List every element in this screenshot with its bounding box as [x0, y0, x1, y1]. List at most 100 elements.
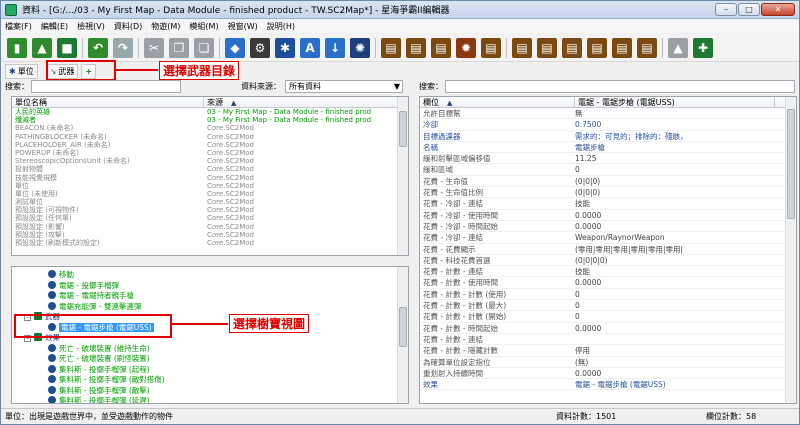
module-9-button[interactable]: ▤ [587, 37, 607, 58]
table-row[interactable]: 投射物體 Core.SC2Mod [12, 165, 408, 173]
module-7-button[interactable]: ▤ [537, 37, 557, 58]
module-8-button[interactable]: ▤ [562, 37, 582, 58]
menu-item[interactable]: 視窗(W) [228, 21, 258, 32]
field-row[interactable]: 花費 - 冷卻 - 時間起始 0.0000 [420, 221, 796, 233]
tree-scroll-thumb[interactable] [399, 307, 407, 347]
module-1-button[interactable]: ▤ [381, 37, 401, 58]
field-row[interactable]: 冷卻 0.7500 [420, 119, 796, 131]
maximize-button[interactable]: □ [738, 3, 760, 16]
field-row[interactable]: 花費 - 計數 - 使用時間 0.0000 [420, 277, 796, 289]
redo-button[interactable]: ↷ [113, 37, 133, 58]
copy-button[interactable]: ❐ [169, 37, 189, 58]
field-row[interactable]: 花費 - 計數 - 時間起始 0.0000 [420, 323, 796, 334]
scroll-thumb[interactable] [399, 111, 407, 147]
field-value-cell[interactable]: 技能 [572, 266, 770, 276]
field-row[interactable]: 花費 - 計數 - 隱藏計數 停用 [420, 345, 796, 357]
column-source[interactable]: 來源 ▲ [204, 97, 399, 107]
field-value-cell[interactable]: 11.25 [572, 153, 770, 163]
tree-node[interactable]: 集料斯 - 投擲手榴彈 (敵對搭傷) [12, 375, 408, 386]
field-row[interactable]: 花費 - 冷卻 - 連結 Weapon/RaynorWeapon [420, 232, 796, 244]
field-value-cell[interactable]: 0.0000 [572, 323, 770, 333]
import-button[interactable]: ↓ [325, 37, 345, 58]
table-row[interactable]: StereoscopicOptionsUnit (未命名) Core.SC2Mod [12, 157, 408, 165]
menu-item[interactable]: 物遊(M) [151, 21, 180, 32]
table-row[interactable]: 單位 Core.SC2Mod [12, 182, 408, 190]
field-value-cell[interactable]: (0|0|0) [572, 187, 770, 197]
field-value-cell[interactable]: 停用 [572, 345, 770, 355]
menu-item[interactable]: 檢視(V) [77, 21, 105, 32]
field-row[interactable]: 花費 - 生命值 (0|0|0) [420, 176, 796, 188]
field-value-cell[interactable]: 電鋸 - 電鋸步槍 (電鋸USS) [572, 379, 770, 389]
field-value-cell[interactable]: 0.0000 [572, 210, 770, 220]
field-value-cell[interactable]: 0.0000 [572, 277, 770, 287]
field-value-cell[interactable]: 0.7500 [572, 119, 770, 129]
field-row[interactable]: 花費 - 生命值比例 (0|0|0) [420, 187, 796, 199]
field-value-cell[interactable]: 無 [572, 108, 770, 118]
text-button[interactable]: A [300, 37, 320, 58]
field-grid-scrollbar[interactable] [785, 97, 796, 403]
module-5-button[interactable]: ▤ [481, 37, 501, 58]
table-row[interactable]: BEACON (未命名) Core.SC2Mod [12, 124, 408, 132]
field-row[interactable]: 花費 - 計數 - 連結 [420, 334, 796, 346]
menu-item[interactable]: 檔案(F) [5, 21, 32, 32]
field-value-cell[interactable]: 需求的：可見的；排除的：殘骸， [572, 131, 770, 141]
field-value-cell[interactable] [572, 334, 770, 344]
module-4-button[interactable]: ✹ [456, 37, 476, 58]
field-row[interactable]: 花費 - 計數 - 連結 技能 [420, 266, 796, 278]
source-dropdown[interactable]: 所有資料 ▼ [285, 79, 403, 93]
tree-node[interactable]: 電鋸充能彈 - 雙連擊連彈 [12, 301, 408, 313]
field-value-cell[interactable]: (零用|零用|零用|零用|零用|零用| [572, 244, 770, 254]
field-value-cell[interactable]: 0 [572, 300, 770, 310]
ai-button[interactable]: ✺ [350, 37, 370, 58]
module-11-button[interactable]: ▤ [637, 37, 657, 58]
unit-list-scrollbar[interactable] [397, 97, 408, 255]
menu-item[interactable]: 編輯(E) [41, 21, 68, 32]
tree-node[interactable]: 集料斯 - 投擲手榴彈 (敵擊) [12, 385, 408, 397]
table-row[interactable]: 預設設定 (攻擊) Core.SC2Mod [12, 231, 408, 239]
table-row[interactable]: 預設設定 (任何單) Core.SC2Mod [12, 214, 408, 222]
field-value-cell[interactable]: 技能 [572, 198, 770, 208]
table-row[interactable]: 測試單位 Core.SC2Mod [12, 198, 408, 206]
close-button[interactable]: ✕ [761, 3, 795, 16]
table-row[interactable]: 單位 (未使用) Core.SC2Mod [12, 190, 408, 198]
open-button[interactable]: ▲ [32, 37, 52, 58]
field-value-cell[interactable]: 0.0000 [572, 221, 770, 231]
table-row[interactable]: PLACEHOLDER_AIR (未命名) Core.SC2Mod [12, 141, 408, 149]
tree-node[interactable]: 集料斯 - 投擲手榴彈 (起程) [12, 364, 408, 376]
tree-node[interactable]: 電鋸 - 電鋸持者親手槍 [12, 291, 408, 302]
column-field[interactable]: 欄位 ▲ [420, 97, 575, 107]
field-row[interactable]: 為確算單位設定指位 (無) [420, 357, 796, 368]
right-search-input[interactable] [445, 79, 795, 93]
field-value-cell[interactable]: (0|0|0|0) [572, 255, 770, 265]
minimize-button[interactable]: – [715, 3, 737, 16]
field-value-cell[interactable]: 0 [572, 289, 770, 299]
field-row[interactable]: 緩和區域 0 [420, 164, 796, 176]
table-row[interactable]: 預設設定 (可視物件) Core.SC2Mod [12, 206, 408, 214]
left-search-input[interactable] [31, 79, 181, 93]
field-value-cell[interactable]: 0.0000 [572, 368, 770, 378]
field-scroll-thumb[interactable] [787, 109, 795, 219]
menu-item[interactable]: 模組(M) [189, 21, 218, 32]
trigger-button[interactable]: ⚙ [250, 37, 270, 58]
cut-button[interactable]: ✂ [144, 37, 164, 58]
save-button[interactable]: ■ [57, 37, 77, 58]
field-row[interactable]: 效果 電鋸 - 電鋸步槍 (電鋸USS) [420, 379, 796, 391]
column-value[interactable]: 電鋸 - 電鋸步槍 (電鋸USS) [575, 97, 775, 107]
tree-node[interactable]: 電鋸 - 投擲手榴彈 [12, 280, 408, 292]
field-row[interactable]: 重划射入持續時間 0.0000 [420, 368, 796, 380]
field-value-cell[interactable]: 0 [572, 164, 770, 174]
table-row[interactable]: 技能視覺規模 Core.SC2Mod [12, 174, 408, 182]
field-row[interactable]: 花費 - 冷卻 - 使用時間 0.0000 [420, 210, 796, 221]
table-row[interactable]: 預設設定 (影響) Core.SC2Mod [12, 223, 408, 231]
table-row[interactable]: 人民的英雄 03 - My First Map - Data Module - f… [12, 108, 408, 116]
module-2-button[interactable]: ▤ [406, 37, 426, 58]
field-row[interactable]: 緩和射擊區域偏移值 11.25 [420, 153, 796, 165]
new-button[interactable]: ▮ [7, 37, 27, 58]
field-row[interactable]: 目標過濾器 需求的：可見的；排除的：殘骸， [420, 131, 796, 142]
tree-node[interactable]: 集料斯 - 投擲手榴彈 (延遲) [12, 396, 408, 403]
field-row[interactable]: 花費 - 冷卻 - 連結 技能 [420, 198, 796, 210]
test-button[interactable]: ▲ [668, 37, 688, 58]
module-3-button[interactable]: ▤ [431, 37, 451, 58]
field-row[interactable]: 花費 - 計數 - 計數 (最大) 0 [420, 300, 796, 312]
field-value-cell[interactable]: (無) [572, 357, 770, 367]
